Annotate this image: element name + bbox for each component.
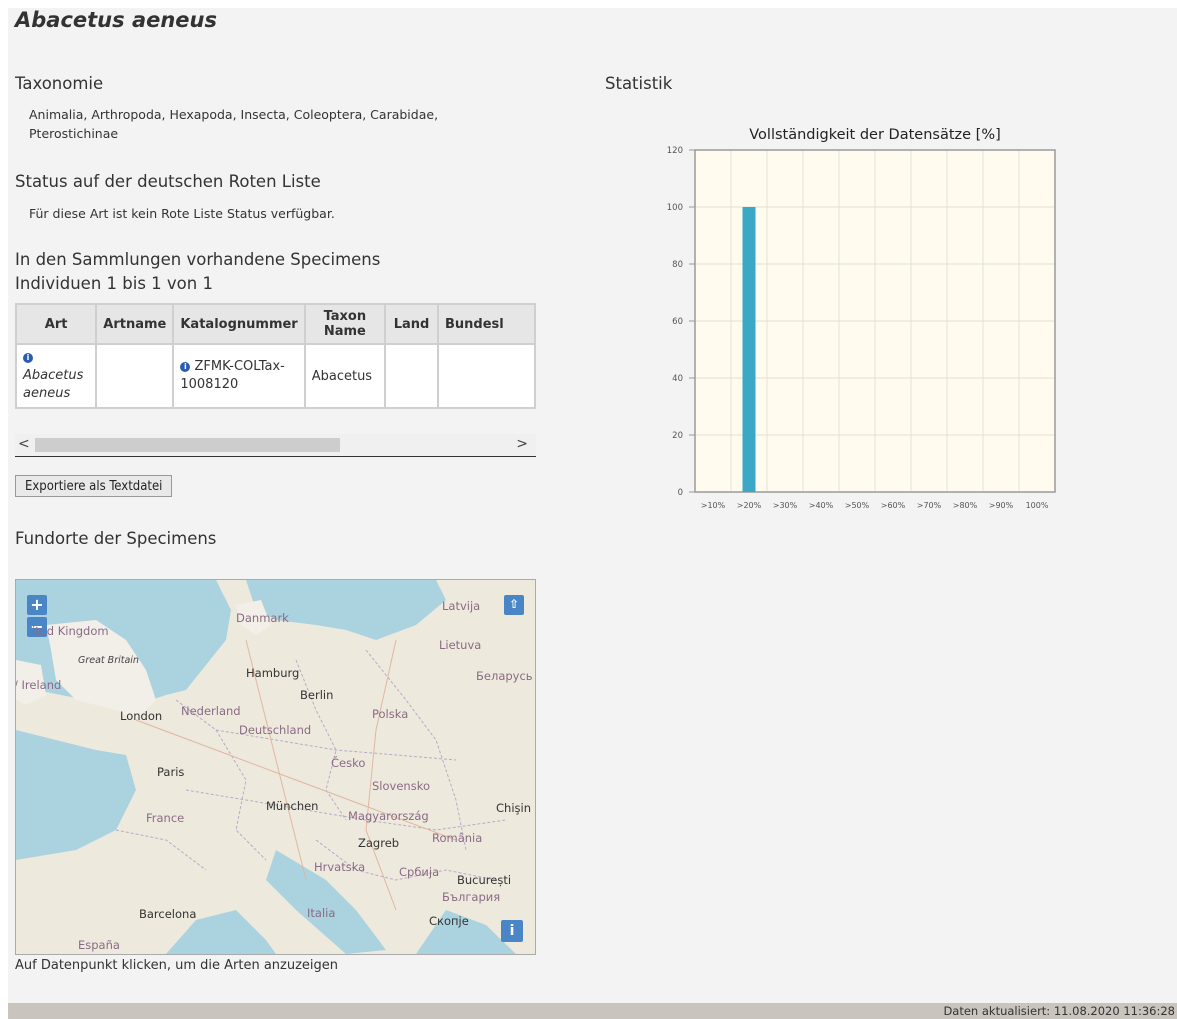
map-label: Nederland — [181, 704, 241, 718]
page-title: Abacetus aeneus — [15, 8, 218, 32]
map-label: Great Britain — [78, 655, 139, 666]
katalognummer-line-1[interactable]: ZFMK-COLTax- — [195, 359, 285, 374]
map-heading: Fundorte der Specimens — [15, 529, 217, 548]
zoom-in-button[interactable]: + — [27, 595, 47, 615]
y-tick-label: 60 — [672, 317, 683, 327]
cell-katalognummer: i ZFMK-COLTax- 1008120 — [172, 343, 306, 409]
map-label: / Ireland — [15, 678, 62, 692]
map-label: Србија — [399, 865, 440, 879]
y-tick-label: 0 — [678, 488, 683, 498]
specimen-table: Art Artname Katalognummer Taxon Name Lan… — [15, 303, 536, 409]
specimen-table-viewport: Art Artname Katalognummer Taxon Name Lan… — [15, 303, 536, 426]
map-label: Berlin — [300, 688, 334, 702]
statistik-heading: Statistik — [605, 74, 673, 93]
y-tick-label: 20 — [672, 431, 683, 441]
col-land[interactable]: Land — [383, 303, 440, 345]
map-label: Česko — [331, 756, 366, 770]
map-label: Magyarország — [348, 809, 429, 823]
taxonomy-line-2: Pterostichinae — [29, 126, 119, 141]
specimen-map[interactable]: + − ⇧ i ited Kingdom Great Britain / Ire… — [15, 579, 536, 955]
y-tick-label: 100 — [667, 203, 683, 213]
x-tick-label: >10% — [701, 501, 726, 510]
taxonomy-heading: Taxonomie — [15, 74, 104, 93]
y-tick-label: 80 — [672, 260, 683, 270]
scroll-left-arrow-icon[interactable]: < — [18, 436, 30, 452]
col-art[interactable]: Art — [15, 303, 98, 345]
map-label: Скопје — [429, 914, 469, 928]
map-label: România — [432, 831, 483, 845]
y-tick-label: 40 — [672, 374, 683, 384]
redlist-text: Für diese Art ist kein Rote Liste Status… — [29, 206, 335, 221]
layer-switcher-icon[interactable]: ⇧ — [504, 595, 524, 615]
x-tick-label: >80% — [953, 501, 978, 510]
cell-land — [383, 343, 440, 409]
info-icon[interactable]: i — [180, 361, 191, 372]
table-row: i Abacetus aeneus i ZFMK-COLTax- 1008120… — [15, 343, 536, 409]
map-caption: Auf Datenpunkt klicken, um die Arten anz… — [15, 958, 339, 973]
map-label: London — [120, 709, 163, 723]
scroll-right-arrow-icon[interactable]: > — [516, 436, 528, 452]
map-label: München — [266, 799, 319, 813]
info-icon[interactable]: i — [23, 352, 33, 363]
table-horizontal-scrollbar[interactable]: < > — [15, 434, 536, 457]
scrollbar-thumb[interactable] — [35, 438, 340, 452]
map-label: Italia — [307, 906, 336, 920]
chart-title: Vollständigkeit der Datensätze [%] — [749, 127, 1001, 143]
map-label: Deutschland — [239, 723, 312, 737]
map-label: Slovensko — [372, 779, 430, 793]
x-tick-label: >50% — [845, 501, 870, 510]
map-label: Polska — [372, 707, 409, 721]
x-tick-label: >60% — [881, 501, 906, 510]
map-info-icon[interactable]: i — [501, 920, 523, 942]
map-label: Беларусь — [476, 669, 533, 683]
map-label: France — [146, 811, 185, 825]
map-label: Hamburg — [246, 666, 300, 680]
map-label: España — [78, 938, 120, 952]
col-bundesland[interactable]: Bundesl — [437, 303, 536, 345]
x-tick-label: >90% — [989, 501, 1014, 510]
col-katalognummer[interactable]: Katalognummer — [172, 303, 306, 345]
specimens-heading: In den Sammlungen vorhandene Specimens — [15, 250, 381, 269]
taxonomy-line-1: Animalia, Arthropoda, Hexapoda, Insecta,… — [29, 107, 439, 122]
art-name-line-1[interactable]: Abacetus — [23, 368, 83, 383]
cell-bundesland — [437, 343, 536, 409]
map-label: Lietuva — [439, 638, 482, 652]
x-tick-label: >30% — [773, 501, 798, 510]
map-label: Chişin — [496, 801, 531, 815]
data-updated-timestamp: Daten aktualisiert: 11.08.2020 11:36:28 — [943, 1004, 1175, 1018]
map-label: Danmark — [236, 611, 289, 625]
footer-bar: Daten aktualisiert: 11.08.2020 11:36:28 — [8, 1003, 1177, 1019]
x-tick-label: >70% — [917, 501, 942, 510]
x-tick-label: >40% — [809, 501, 834, 510]
table-header-row: Art Artname Katalognummer Taxon Name Lan… — [15, 303, 536, 345]
art-name-line-2[interactable]: aeneus — [23, 386, 70, 401]
map-label: Zagreb — [358, 836, 400, 850]
map-label: Barcelona — [139, 907, 197, 921]
katalognummer-line-2[interactable]: 1008120 — [180, 377, 238, 392]
bar — [742, 207, 756, 492]
export-text-button[interactable]: Exportiere als Textdatei — [15, 475, 173, 497]
x-tick-label: >20% — [737, 501, 762, 510]
cell-artname — [95, 343, 175, 409]
x-tick-label: 100% — [1026, 501, 1049, 510]
col-taxon-name[interactable]: Taxon Name — [303, 303, 387, 345]
redlist-heading: Status auf der deutschen Roten Liste — [15, 172, 321, 191]
y-tick-label: 120 — [667, 146, 683, 156]
page: Abacetus aeneus Taxonomie Animalia, Arth… — [8, 8, 1177, 1011]
cell-art: i Abacetus aeneus — [15, 343, 98, 409]
cell-taxon-name: Abacetus — [303, 343, 387, 409]
taxonomy-text: Animalia, Arthropoda, Hexapoda, Insecta,… — [29, 105, 438, 143]
col-artname[interactable]: Artname — [95, 303, 175, 345]
specimens-subheading: Individuen 1 bis 1 von 1 — [15, 274, 213, 293]
map-label: ited Kingdom — [32, 624, 109, 638]
map-label: Latvija — [442, 599, 481, 613]
map-label: Paris — [157, 765, 185, 779]
map-label: България — [442, 890, 501, 904]
completeness-chart: Vollständigkeit der Datensätze [%] 0 20 40 6… — [667, 127, 1056, 510]
map-label: Hrvatska — [314, 860, 366, 874]
map-label: București — [457, 873, 512, 887]
